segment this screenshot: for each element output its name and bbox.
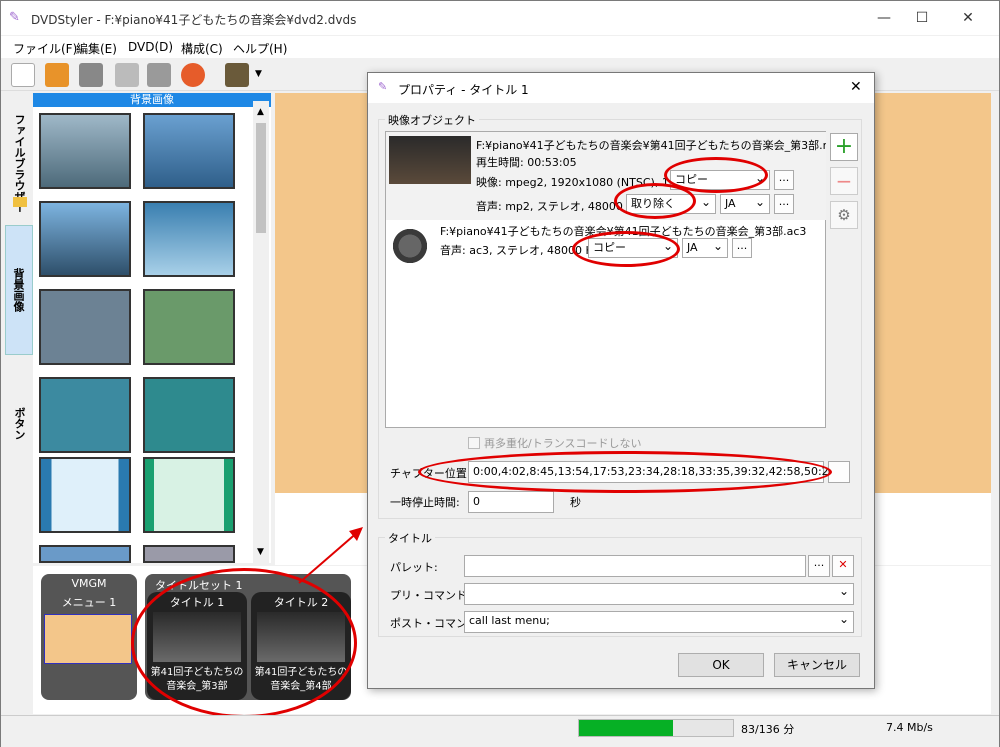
pause-unit: 秒 — [570, 496, 581, 509]
thumb-9[interactable] — [39, 457, 131, 533]
maximize-button[interactable]: ☐ — [899, 1, 945, 35]
background-panel: 背景画像 — [33, 93, 271, 563]
annotation-ring-audio2-action — [572, 231, 680, 267]
menu1-thumb[interactable] — [44, 614, 132, 664]
close-button[interactable]: ✕ — [945, 1, 991, 35]
add-video-icon[interactable] — [225, 63, 249, 87]
disc-icon[interactable] — [181, 63, 205, 87]
tab-buttons[interactable]: ボタン — [5, 393, 33, 453]
headphones-icon — [390, 226, 430, 266]
scroll-thumb[interactable] — [256, 123, 266, 233]
remove-object-button[interactable]: − — [830, 167, 858, 195]
thumb-3[interactable] — [39, 201, 131, 277]
thumb-11[interactable] — [39, 545, 131, 563]
audio2-lang-select[interactable]: JA — [682, 237, 728, 258]
cancel-button[interactable]: キャンセル — [774, 653, 860, 677]
thumb-10[interactable] — [143, 457, 235, 533]
tab-backgrounds[interactable]: 背景画像 — [5, 225, 33, 355]
vmgm-label: VMGM — [71, 577, 107, 590]
thumb-2[interactable] — [143, 113, 235, 189]
ok-button[interactable]: OK — [678, 653, 764, 677]
no-reencode-checkbox[interactable] — [468, 437, 480, 449]
audio1-lang-select[interactable]: JA — [720, 193, 770, 214]
dialog-title: プロパティ - タイトル 1 — [398, 83, 529, 97]
vmgm-block[interactable]: VMGM メニュー 1 — [41, 574, 137, 700]
menu-config[interactable]: 構成(C) — [181, 40, 223, 57]
thumb-5[interactable] — [39, 289, 131, 365]
audio2-options-button[interactable]: ... — [732, 238, 752, 258]
thumb-6[interactable] — [143, 289, 235, 365]
wrench-icon[interactable]: ⚙ — [830, 201, 858, 229]
menu-bar: ファイル(F) 編集(E) DVD(D) 構成(C) ヘルプ(H) — [1, 36, 999, 58]
pause-label: 一時停止時間: — [390, 496, 460, 509]
menu-file[interactable]: ファイル(F) — [13, 40, 77, 57]
pre-command-select[interactable] — [464, 582, 854, 605]
post-command-select[interactable]: call last menu; — [464, 610, 854, 633]
menu-help[interactable]: ヘルプ(H) — [233, 40, 287, 57]
thumb-12[interactable] — [143, 545, 235, 563]
thumb-7[interactable] — [39, 377, 131, 453]
add-object-button[interactable]: + — [830, 133, 858, 161]
thumb-4[interactable] — [143, 201, 235, 277]
window-title: DVDStyler - F:¥piano¥41子どもたちの音楽会¥dvd2.dv… — [31, 13, 357, 27]
menu1-label: メニュー 1 — [61, 596, 117, 609]
progress-fill — [579, 720, 673, 736]
main-window: ✎ DVDStyler - F:¥piano¥41子どもたちの音楽会¥dvd2.… — [0, 0, 1000, 747]
open-folder-icon[interactable] — [45, 63, 69, 87]
annotation-arrow — [298, 527, 363, 584]
size-readout: 83/136 分 — [741, 723, 795, 736]
vertical-tabs: ファイルブラウザー 背景画像 ボタン — [5, 93, 33, 563]
video-thumb — [389, 136, 471, 184]
thumb-1[interactable] — [39, 113, 131, 189]
title-group-label: タイトル — [385, 530, 435, 546]
panel-scrollbar[interactable]: ▲ ▼ — [253, 101, 269, 563]
video-duration: 再生時間: 00:53:05 — [476, 156, 577, 169]
save-icon[interactable] — [79, 63, 103, 87]
new-file-icon[interactable] — [11, 63, 35, 87]
pause-input[interactable]: 0 — [468, 491, 554, 513]
title-properties-dialog: ✎ プロパティ - タイトル 1 ✕ 映像オブジェクト F:¥piano¥41子… — [367, 72, 875, 689]
audio1-options-button[interactable]: ... — [774, 194, 794, 214]
burn-icon[interactable] — [115, 63, 139, 87]
pre-command-label: プリ・コマンド: — [390, 589, 471, 602]
thumb-8[interactable] — [143, 377, 235, 453]
panel-title: 背景画像 — [33, 93, 271, 107]
progress-bar — [578, 719, 734, 737]
dialog-close-icon[interactable]: ✕ — [850, 79, 862, 95]
palette-label: パレット: — [390, 561, 438, 574]
dialog-app-icon: ✎ — [378, 80, 388, 93]
no-reencode-label: 再多重化/トランスコードしない — [484, 437, 642, 450]
video-group-label: 映像オブジェクト — [385, 112, 479, 128]
folder-icon — [13, 197, 27, 207]
annotation-ring-audio1-action — [614, 183, 696, 219]
scroll-up-icon[interactable]: ▲ — [257, 107, 264, 117]
rate-readout: 7.4 Mb/s — [886, 721, 933, 734]
scroll-down-icon[interactable]: ▼ — [257, 547, 264, 557]
palette-browse-button[interactable]: ... — [808, 555, 830, 577]
dialog-title-bar: ✎ プロパティ - タイトル 1 ✕ — [368, 73, 874, 103]
video-options-button[interactable]: ... — [774, 170, 794, 190]
video-file-path: F:¥piano¥41子どもたちの音楽会¥第41回子どもたちの音楽会_第3部.m… — [476, 139, 826, 152]
annotation-ring-chapters — [418, 451, 832, 493]
menu-edit[interactable]: 編集(E) — [76, 40, 117, 57]
palette-input[interactable] — [464, 555, 806, 577]
chevron-down-icon[interactable]: ▼ — [255, 69, 262, 79]
palette-clear-icon[interactable]: ✕ — [832, 555, 854, 577]
status-bar: 83/136 分 7.4 Mb/s — [1, 715, 999, 747]
app-icon: ✎ — [9, 10, 20, 25]
menu-dvd[interactable]: DVD(D) — [128, 40, 173, 54]
settings-tools-icon[interactable] — [147, 63, 171, 87]
title-bar: ✎ DVDStyler - F:¥piano¥41子どもたちの音楽会¥dvd2.… — [1, 1, 999, 35]
